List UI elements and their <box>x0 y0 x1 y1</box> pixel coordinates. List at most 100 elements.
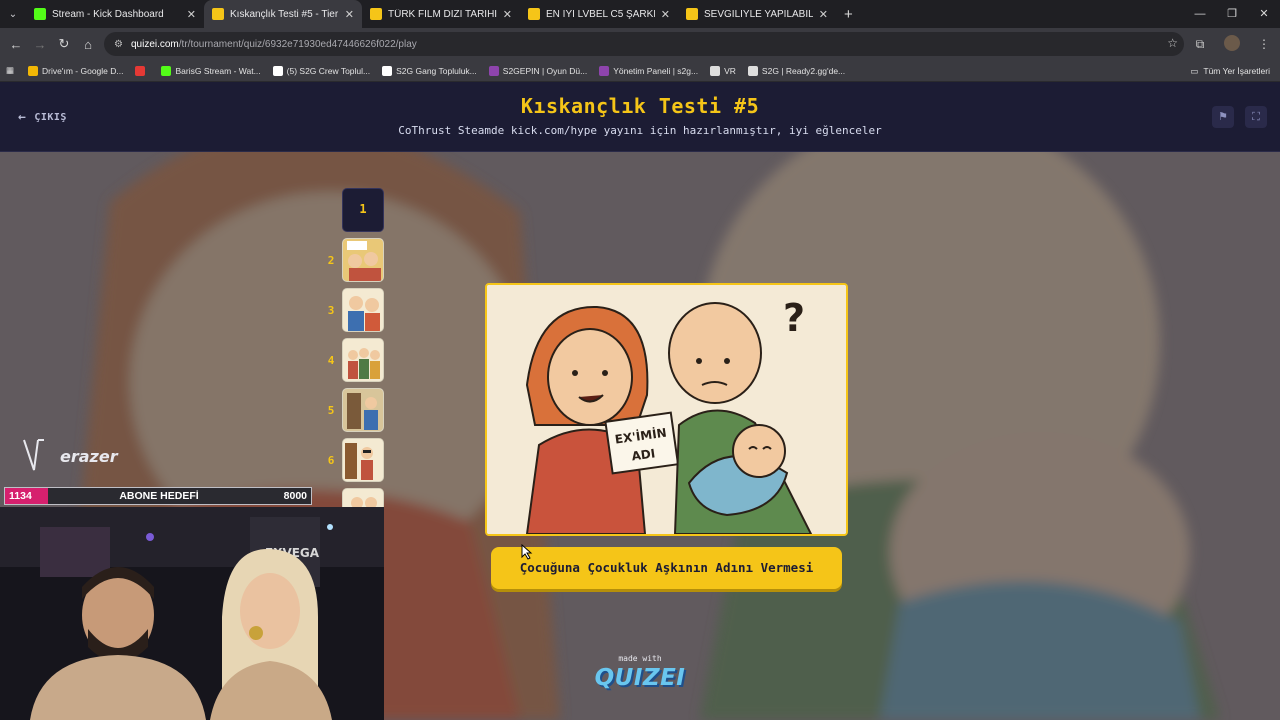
restore-icon[interactable]: ❐ <box>1216 0 1248 28</box>
forward-icon[interactable]: → <box>28 37 52 52</box>
current-round-indicator: 1 <box>342 188 384 232</box>
webcam-scene: EXVEGA <box>0 507 384 720</box>
round-thumbnail <box>342 438 384 482</box>
quizei-favicon-icon <box>370 8 382 20</box>
browser-tab-strip: ⌄ Stream - Kick Dashboard ✕ Kıskançlık T… <box>0 0 1280 28</box>
all-bookmarks[interactable]: ▭ Tüm Yer İşaretleri <box>1190 60 1270 82</box>
candidate-choice-button[interactable]: Çocuğuna Çocukluk Aşkının Adını Vermesi <box>491 547 842 589</box>
kick-favicon-icon <box>34 8 46 20</box>
round-thumbnail <box>342 238 384 282</box>
profile-avatar[interactable] <box>1216 34 1248 54</box>
round-number: 6 <box>327 453 335 467</box>
quiz-page: ← ÇIKIŞ Kıskançlık Testi #5 CoThrust Ste… <box>0 82 1280 720</box>
bookmark-label: VR <box>724 65 736 76</box>
round-number: 2 <box>327 253 335 267</box>
bookmark-label: Drive'ım - Google D... <box>42 65 124 76</box>
quizei-logo[interactable]: QUIZEI <box>590 665 690 691</box>
round-item[interactable]: 5 <box>320 388 390 432</box>
close-tab-icon[interactable]: ✕ <box>661 8 670 21</box>
round-thumbnail <box>342 338 384 382</box>
bookmark-label: (5) S2G Crew Toplul... <box>286 65 371 76</box>
question-mark-icon: ? <box>783 296 805 340</box>
mouse-cursor-icon <box>521 544 533 560</box>
bookmark-star-icon[interactable]: ☆ <box>1167 36 1178 50</box>
folder-icon: ▭ <box>1190 65 1199 76</box>
browser-toolbar: ← → ↻ ⌂ ⚙ quizei.com/tr/tournament/quiz/… <box>0 28 1280 60</box>
reload-icon[interactable]: ↻ <box>52 36 76 52</box>
window-controls: — ❐ ✕ <box>1184 0 1280 28</box>
goal-label: ABONE HEDEFİ <box>119 490 199 502</box>
round-item[interactable]: 2 <box>320 238 390 282</box>
bookmark-youtube[interactable] <box>135 65 149 76</box>
menu-kebab-icon[interactable]: ⋮ <box>1248 37 1280 51</box>
round-number: 5 <box>327 403 335 417</box>
quiz-subtitle: CoThrust Steamde kick.com/hype yayını iç… <box>398 124 882 137</box>
round-item[interactable]: 4 <box>320 338 390 382</box>
tab-sevgili[interactable]: SEVGİLİYLE YAPILABİLECEK AKT ✕ <box>678 0 836 28</box>
bookmark-yonetim[interactable]: Yönetim Paneli | s2g... <box>599 65 699 76</box>
bookmarks-bar: ▦ Drive'ım - Google D... BarisG Stream -… <box>0 60 1280 82</box>
url-path: /tr/tournament/quiz/6932e71930ed47446626… <box>178 38 417 50</box>
x-icon <box>382 65 393 76</box>
round-thumbnail <box>342 288 384 332</box>
tab-search-icon[interactable]: ⌄ <box>0 0 26 28</box>
flag-icon: ⚑ <box>1218 111 1228 123</box>
site-info-icon[interactable]: ⚙ <box>114 39 123 50</box>
goal-target: 8000 <box>283 490 307 502</box>
bookmark-drive[interactable]: Drive'ım - Google D... <box>28 65 124 76</box>
bookmark-s2gepin[interactable]: S2GEPIN | Oyun Dü... <box>488 65 588 76</box>
minimize-icon[interactable]: — <box>1184 0 1216 28</box>
close-tab-icon[interactable]: ✕ <box>819 8 828 21</box>
extensions-icon[interactable]: ⧉ <box>1184 37 1216 52</box>
round-item[interactable]: 3 <box>320 288 390 332</box>
bookmark-label: BarisG Stream - Wat... <box>175 65 261 76</box>
vr-icon <box>710 65 721 76</box>
bookmark-vr[interactable]: VR <box>710 65 736 76</box>
globe-icon <box>747 65 758 76</box>
fullscreen-button[interactable]: ⛶ <box>1245 106 1267 128</box>
close-tab-icon[interactable]: ✕ <box>345 8 354 21</box>
bookmark-label: S2G Gang Topluluk... <box>396 65 477 76</box>
made-with-label: made with <box>618 654 662 663</box>
bookmark-label: S2GEPIN | Oyun Dü... <box>502 65 588 76</box>
close-tab-icon[interactable]: ✕ <box>187 8 196 21</box>
bookmark-barisg[interactable]: BarisG Stream - Wat... <box>161 65 261 76</box>
toolbar-right: ⧉ ⋮ <box>1184 28 1280 60</box>
tab-quiz-active[interactable]: Kıskançlık Testi #5 - Tier List, Ki ✕ <box>204 0 362 28</box>
new-tab-button[interactable]: + <box>836 6 861 23</box>
quizei-favicon-icon <box>686 8 698 20</box>
tab-title: EN İYİ LVBEL C5 ŞARKISI (YENİ) <box>546 8 655 20</box>
s2g-icon <box>488 65 499 76</box>
bookmark-s2g-gang[interactable]: S2G Gang Topluluk... <box>382 65 477 76</box>
tab-turk-film[interactable]: TÜRK FİLM DİZİ TARİHİNDEKİ E ✕ <box>362 0 520 28</box>
tab-kick-dashboard[interactable]: Stream - Kick Dashboard ✕ <box>26 0 204 28</box>
bookmark-ready2[interactable]: S2G | Ready2.gg'de... <box>747 65 846 76</box>
bookmark-label: S2G | Ready2.gg'de... <box>761 65 846 76</box>
round-number: 4 <box>327 353 335 367</box>
close-window-icon[interactable]: ✕ <box>1248 0 1280 28</box>
sponsor-text: erazer <box>60 447 119 466</box>
report-flag-button[interactable]: ⚑ <box>1212 106 1234 128</box>
quiz-title: Kıskançlık Testi #5 <box>520 94 760 118</box>
round-item[interactable]: 6 <box>320 438 390 482</box>
quizei-favicon-icon <box>528 8 540 20</box>
apps-grid-icon[interactable]: ▦ <box>6 65 14 76</box>
all-bookmarks-label: Tüm Yer İşaretleri <box>1203 66 1270 76</box>
round-item[interactable] <box>320 488 390 508</box>
url-bar[interactable]: ⚙ quizei.com/tr/tournament/quiz/6932e719… <box>104 32 1184 56</box>
candidate-card[interactable]: EX'İMİN ADI ? <box>485 283 848 536</box>
home-icon[interactable]: ⌂ <box>76 37 100 52</box>
round-item-current[interactable]: 1 <box>320 188 390 232</box>
bookmark-label: Yönetim Paneli | s2g... <box>613 65 699 76</box>
bookmark-s2g-crew[interactable]: (5) S2G Crew Toplul... <box>272 65 371 76</box>
tab-lvbel[interactable]: EN İYİ LVBEL C5 ŞARKISI (YENİ) ✕ <box>520 0 678 28</box>
tab-title: Kıskançlık Testi #5 - Tier List, Ki <box>230 8 339 20</box>
back-icon[interactable]: ← <box>4 37 28 52</box>
round-thumbnail <box>342 388 384 432</box>
youtube-icon <box>135 65 146 76</box>
url-host: quizei.com <box>130 38 179 50</box>
close-tab-icon[interactable]: ✕ <box>503 8 512 21</box>
s2g-icon <box>599 65 610 76</box>
erazer-sponsor-logo: erazer <box>23 439 119 471</box>
round-thumbnails: 1 2 3 4 5 6 <box>320 186 390 508</box>
